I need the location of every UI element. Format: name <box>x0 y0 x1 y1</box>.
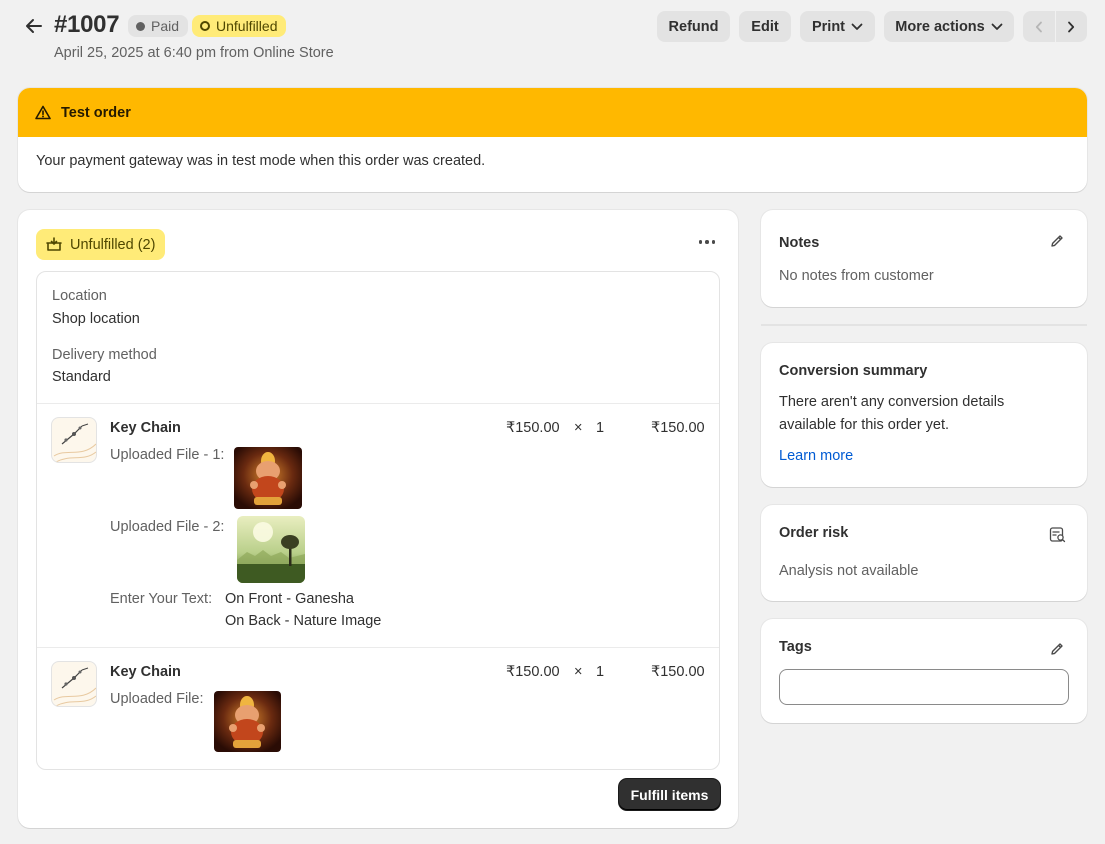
notes-title: Notes <box>779 235 820 251</box>
conversion-text-line1: There aren't any conversion details <box>779 394 1005 410</box>
product-name[interactable]: Key Chain <box>110 664 181 680</box>
notes-card: Notes No notes from customer <box>761 210 1087 307</box>
chevron-left-icon <box>1035 21 1042 32</box>
property-label: Uploaded File - 1: <box>110 447 225 463</box>
unit-price: ₹150.00 <box>506 420 560 436</box>
property-label: Uploaded File: <box>110 691 204 707</box>
product-thumbnail[interactable] <box>51 417 97 463</box>
tags-input[interactable] <box>779 669 1069 705</box>
next-order-button[interactable] <box>1054 11 1088 42</box>
payment-status-label: Paid <box>151 18 180 34</box>
line-total: ₹150.00 <box>651 420 705 436</box>
fulfillment-card: Unfulfilled (2) Location Shop location D… <box>18 210 738 828</box>
unfulfilled-ring-icon <box>200 21 210 31</box>
location-label: Location <box>52 288 107 304</box>
uploaded-image-ganesha[interactable] <box>214 691 281 752</box>
divider <box>761 324 1087 326</box>
chevron-down-icon <box>851 23 863 30</box>
fulfill-items-button[interactable]: Fulfill items <box>619 779 720 810</box>
uploaded-image-ganesha[interactable] <box>234 447 302 509</box>
quantity: 1 <box>596 420 605 436</box>
quantity: 1 <box>596 664 605 680</box>
delivery-method-value: Standard <box>52 369 111 385</box>
learn-more-link[interactable]: Learn more <box>779 448 853 464</box>
order-header: #1007 Paid Unfulfilled April 25, 2025 at… <box>0 0 1105 80</box>
uploaded-image-nature[interactable] <box>237 516 305 583</box>
unit-price: ₹150.00 <box>506 664 560 680</box>
line-total: ₹150.00 <box>651 664 705 680</box>
more-actions-button[interactable]: More actions <box>884 11 1014 42</box>
edit-pencil-icon[interactable] <box>1047 231 1067 251</box>
conversion-text-line2: available for this order yet. <box>779 417 950 433</box>
tags-title: Tags <box>779 639 812 655</box>
chevron-right-icon <box>1068 21 1075 32</box>
payment-status-badge: Paid <box>128 15 189 37</box>
banner-title: Test order <box>61 104 131 121</box>
unfulfilled-status-chip: Unfulfilled (2) <box>36 229 166 260</box>
unfulfilled-chip-label: Unfulfilled (2) <box>70 236 156 253</box>
banner-message: Your payment gateway was in test mode wh… <box>36 153 486 169</box>
edit-pencil-icon[interactable] <box>1047 639 1067 659</box>
divider <box>37 647 719 648</box>
property-value: On Back - Nature Image <box>225 613 382 629</box>
product-thumbnail[interactable] <box>51 661 97 707</box>
order-risk-title: Order risk <box>779 525 849 541</box>
print-button-label: Print <box>811 18 846 35</box>
risk-analysis-icon[interactable] <box>1047 524 1067 544</box>
more-options-icon[interactable] <box>696 234 718 250</box>
property-label: Uploaded File - 2: <box>110 519 225 535</box>
back-arrow-icon[interactable] <box>22 14 46 38</box>
order-pager <box>1023 11 1087 42</box>
property-label: Enter Your Text: <box>110 591 213 607</box>
more-actions-label: More actions <box>895 18 985 35</box>
order-risk-card: Order risk Analysis not available <box>761 505 1087 601</box>
order-risk-text: Analysis not available <box>779 563 919 579</box>
fulfillment-details-box: Location Shop location Delivery method S… <box>36 271 720 770</box>
test-order-banner: Test order Your payment gateway was in t… <box>18 88 1087 192</box>
conversion-summary-card: Conversion summary There aren't any conv… <box>761 343 1087 487</box>
times-sign: × <box>574 420 583 436</box>
divider <box>37 403 719 404</box>
refund-button[interactable]: Refund <box>657 11 730 42</box>
chevron-down-icon <box>991 23 1003 30</box>
product-name[interactable]: Key Chain <box>110 420 181 436</box>
warning-icon <box>35 105 51 120</box>
delivery-method-label: Delivery method <box>52 347 157 363</box>
order-number: #1007 <box>54 11 120 38</box>
banner-header: Test order <box>18 88 1087 137</box>
notes-text: No notes from customer <box>779 268 934 284</box>
package-icon <box>46 237 62 251</box>
property-value: On Front - Ganesha <box>225 591 354 607</box>
print-button[interactable]: Print <box>800 11 875 42</box>
previous-order-button[interactable] <box>1023 11 1055 42</box>
order-date-subtitle: April 25, 2025 at 6:40 pm from Online St… <box>54 45 334 61</box>
tags-card: Tags <box>761 619 1087 723</box>
location-value: Shop location <box>52 311 140 327</box>
conversion-title: Conversion summary <box>779 363 928 379</box>
edit-button[interactable]: Edit <box>739 11 791 42</box>
fulfillment-status-label: Unfulfilled <box>216 18 278 34</box>
fulfillment-status-badge: Unfulfilled <box>192 15 287 37</box>
paid-dot-icon <box>136 21 145 31</box>
times-sign: × <box>574 664 583 680</box>
